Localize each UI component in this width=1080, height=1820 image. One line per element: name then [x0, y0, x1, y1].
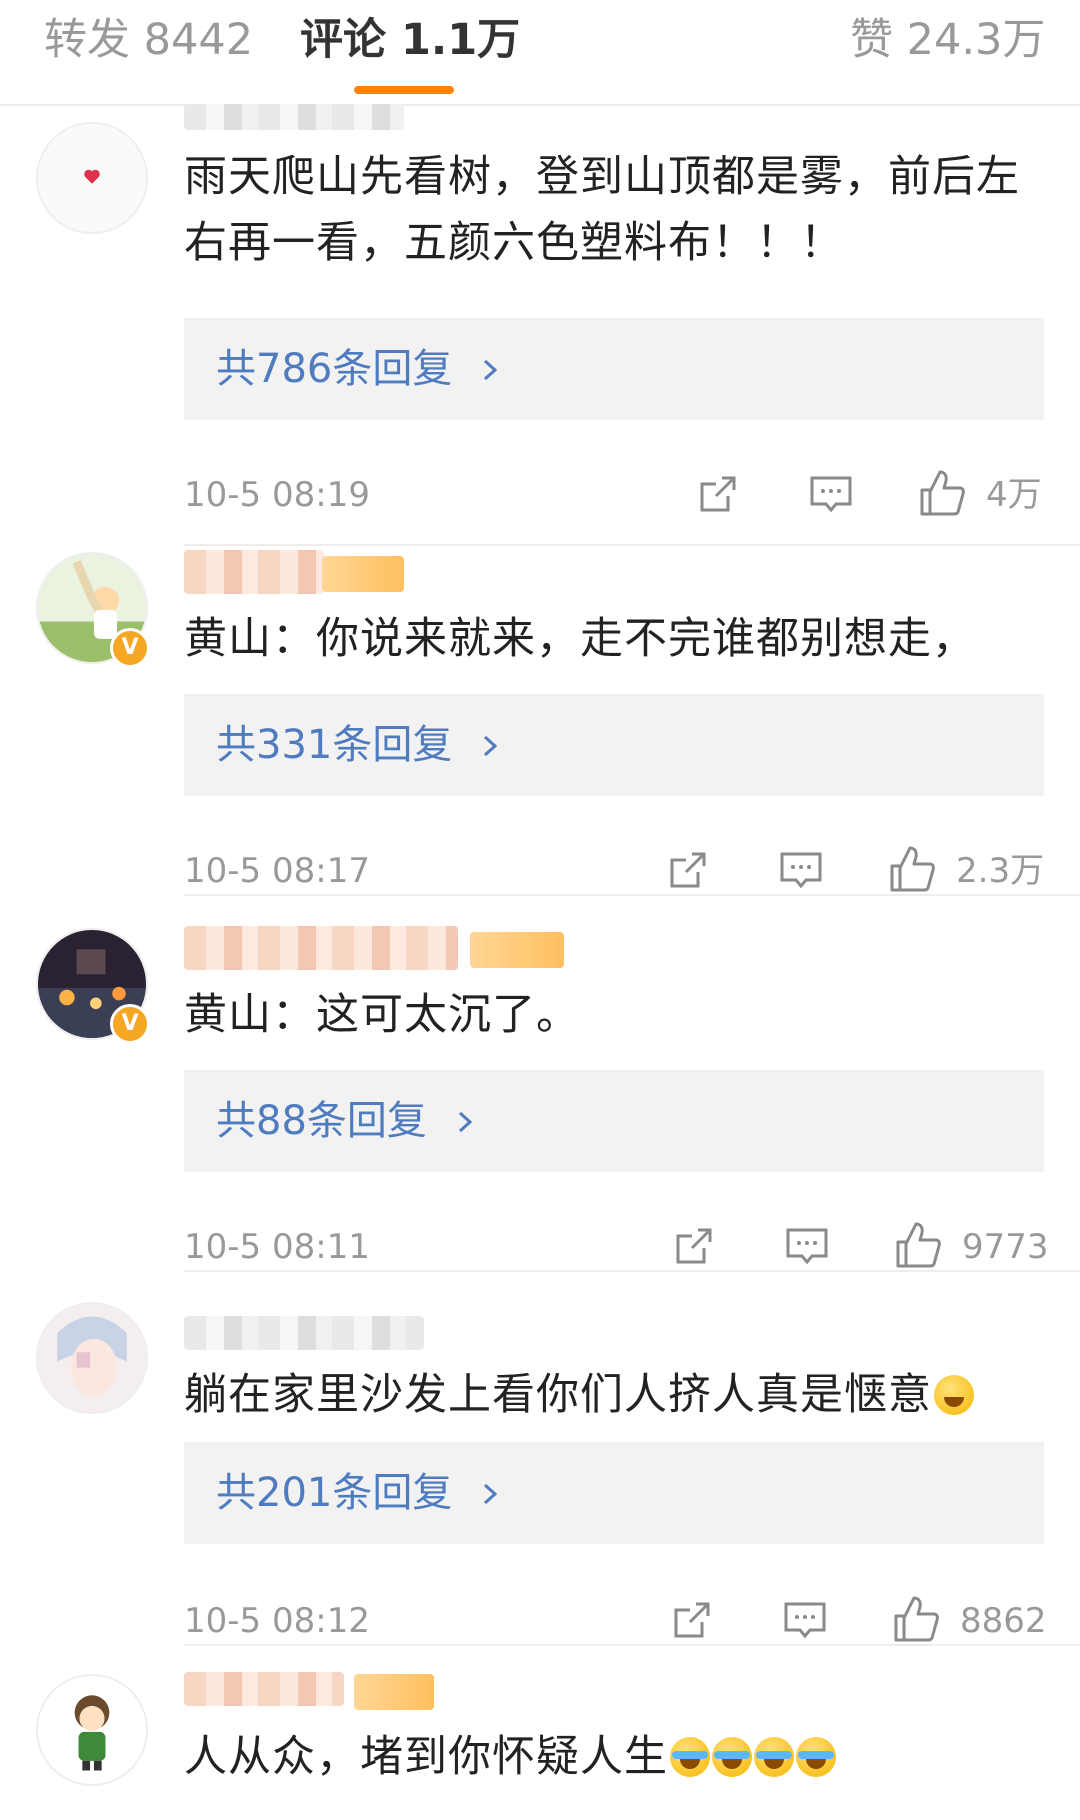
avatar[interactable] [36, 1302, 148, 1414]
heart-avatar-icon [38, 124, 146, 232]
divider [184, 1270, 1080, 1272]
replies-label: 共201条回复 [216, 1470, 453, 1516]
like-count: 4万 [986, 475, 1042, 515]
chevron-right-icon [458, 1111, 472, 1133]
active-tab-indicator [354, 86, 454, 94]
thumbs-up-icon[interactable] [892, 1594, 940, 1644]
comment-text: 黄山：这可太沉了。 [184, 990, 580, 1040]
replies-button[interactable]: 共88条回复 [184, 1070, 1044, 1172]
timestamp: 10-5 08:17 [184, 851, 370, 891]
username-blurred[interactable] [184, 104, 404, 130]
comment-text-content: 躺在家里沙发上看你们人挤人真是惬意 [184, 1370, 932, 1420]
thumbs-up-icon[interactable] [918, 468, 966, 518]
divider [184, 894, 1080, 896]
comment-text-content: 人从众，堵到你怀疑人生 [184, 1732, 668, 1782]
username-blurred[interactable] [184, 1672, 344, 1706]
thumbs-up-icon[interactable] [888, 844, 936, 894]
tab-likes[interactable]: 赞 24.3万 [850, 10, 1045, 70]
username-blurred[interactable] [184, 1316, 424, 1350]
comment-text: 雨天爬山先看树，登到山顶都是雾，前后左右再一看，五颜六色塑料布！！！ [184, 152, 1020, 268]
thumbs-up-icon[interactable] [894, 1220, 942, 1270]
member-badge [322, 556, 404, 592]
comment-text: 躺在家里沙发上看你们人挤人真是惬意 [184, 1362, 1044, 1428]
user-photo-avatar [38, 1676, 146, 1784]
like-count: 2.3万 [956, 851, 1045, 891]
replies-label: 共331条回复 [216, 722, 453, 768]
smile-emoji-icon [934, 1375, 974, 1415]
replies-label: 共786条回复 [216, 346, 453, 392]
divider [184, 1644, 1080, 1646]
timestamp: 10-5 08:12 [184, 1601, 370, 1641]
comment-icon[interactable] [784, 1224, 830, 1268]
member-badge [354, 1674, 434, 1710]
member-badge [470, 932, 564, 968]
laugh-cry-emoji-icon [754, 1737, 794, 1777]
timestamp: 10-5 08:11 [184, 1227, 370, 1267]
comment-icon[interactable] [782, 1598, 828, 1642]
chevron-right-icon [484, 359, 498, 381]
laugh-cry-emoji-icon [670, 1737, 710, 1777]
chevron-right-icon [484, 735, 498, 757]
comment-text: 黄山：你说来就来，走不完谁都别想走， [184, 614, 976, 664]
tab-bar: 转发 8442 评论 1.1万 赞 24.3万 [0, 0, 1080, 106]
avatar[interactable] [36, 122, 148, 234]
share-icon[interactable] [672, 1224, 716, 1268]
comment-text: 人从众，堵到你怀疑人生 [184, 1724, 1044, 1790]
replies-label: 共88条回复 [216, 1098, 427, 1144]
username-blurred[interactable] [184, 550, 324, 594]
divider [184, 544, 1080, 546]
share-icon[interactable] [666, 848, 710, 892]
like-count: 8862 [960, 1601, 1047, 1641]
share-icon[interactable] [670, 1598, 714, 1642]
chevron-right-icon [484, 1483, 498, 1505]
tab-repost[interactable]: 转发 8442 [44, 10, 253, 70]
share-icon[interactable] [696, 472, 740, 516]
replies-button[interactable]: 共786条回复 [184, 318, 1044, 420]
comment-icon[interactable] [778, 848, 824, 892]
user-photo-avatar [38, 1304, 146, 1412]
replies-button[interactable]: 共331条回复 [184, 694, 1044, 796]
laugh-cry-emoji-icon [796, 1737, 836, 1777]
tab-comments[interactable]: 评论 1.1万 [300, 10, 520, 70]
laugh-cry-emoji-icon [712, 1737, 752, 1777]
verified-v-icon: V [110, 628, 150, 668]
avatar[interactable] [36, 1674, 148, 1786]
replies-button[interactable]: 共201条回复 [184, 1442, 1044, 1544]
verified-v-icon: V [110, 1004, 150, 1044]
like-count: 9773 [962, 1227, 1049, 1267]
comment-icon[interactable] [808, 472, 854, 516]
timestamp: 10-5 08:19 [184, 475, 370, 515]
username-blurred[interactable] [184, 926, 458, 970]
